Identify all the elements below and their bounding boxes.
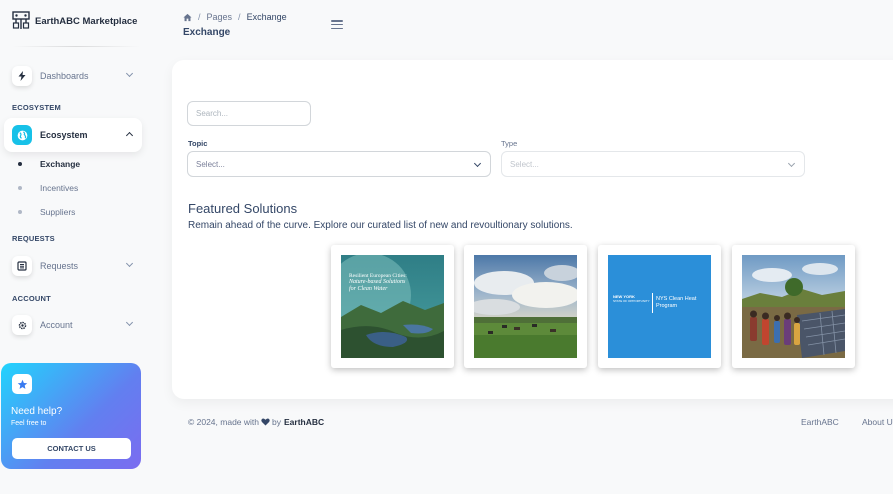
- bullet-icon: [18, 210, 22, 214]
- pasture-image: [474, 255, 577, 358]
- breadcrumb-item-current: Exchange: [246, 12, 287, 22]
- solution-card[interactable]: Resilient European Cities: Nature-based …: [331, 245, 454, 368]
- sidebar-item-label: Requests: [40, 261, 79, 271]
- solar-panels-image: [742, 255, 845, 358]
- list-icon: [12, 256, 32, 276]
- sidebar-item-label: Dashboards: [40, 71, 89, 81]
- breadcrumb: / Pages / Exchange: [183, 12, 287, 22]
- lake-landscape-image: [341, 255, 444, 358]
- topic-select[interactable]: Select...: [187, 151, 491, 177]
- breadcrumb-item-pages[interactable]: Pages: [207, 12, 233, 22]
- footer-link-about-us[interactable]: About Us: [862, 417, 893, 427]
- section-label-ecosystem: ECOSYSTEM: [12, 103, 61, 112]
- nys-logo: NEW YORK STATE OF OPPORTUNITY: [613, 294, 650, 303]
- sidebar-item-label: Ecosystem: [40, 130, 88, 140]
- search-input[interactable]: [187, 101, 311, 126]
- brand-name: EarthABC Marketplace: [35, 15, 138, 27]
- chevron-down-icon: [125, 318, 134, 327]
- bullet-icon: [18, 186, 22, 190]
- sidebar-item-dashboards[interactable]: Dashboards: [4, 59, 142, 93]
- page-title: Exchange: [183, 27, 231, 38]
- sidebar-item-account[interactable]: Account: [4, 308, 142, 342]
- chevron-down-icon: [125, 69, 134, 78]
- chevron-up-icon: [125, 131, 134, 140]
- divider: [652, 293, 653, 313]
- sidebar-subitem-label: Exchange: [40, 159, 81, 169]
- sidebar: EarthABC Marketplace Dashboards ECOSYSTE…: [0, 0, 150, 494]
- contact-us-button[interactable]: CONTACT US: [12, 438, 131, 459]
- section-label-account: ACCOUNT: [12, 294, 51, 303]
- solution-card-title: NYS Clean Heat Program: [656, 296, 697, 309]
- solution-card[interactable]: NEW YORK STATE OF OPPORTUNITY NYS Clean …: [598, 245, 721, 368]
- sidebar-subitem-suppliers[interactable]: Suppliers: [18, 207, 75, 217]
- brand[interactable]: EarthABC Marketplace: [12, 11, 137, 31]
- footer-link-earthabc[interactable]: EarthABC: [801, 417, 839, 427]
- brand-logo-icon: [12, 11, 30, 29]
- sidebar-item-requests[interactable]: Requests: [4, 249, 142, 283]
- type-select[interactable]: Select...: [501, 151, 805, 177]
- breadcrumb-separator: /: [198, 12, 201, 22]
- solution-image-nature-based: Resilient European Cities: Nature-based …: [341, 255, 444, 358]
- home-icon[interactable]: [183, 13, 192, 22]
- menu-toggle-icon[interactable]: [331, 20, 343, 29]
- solution-card[interactable]: [464, 245, 587, 368]
- footer-copyright: © 2024, made with by EarthABC: [188, 417, 325, 427]
- lightning-icon: [12, 66, 32, 86]
- sidebar-subitem-incentives[interactable]: Incentives: [18, 183, 78, 193]
- divider: [12, 46, 140, 47]
- chevron-down-icon: [473, 159, 482, 168]
- help-title: Need help?: [11, 406, 63, 417]
- topic-label: Topic: [188, 139, 208, 148]
- solution-image-nys-clean-heat: NEW YORK STATE OF OPPORTUNITY NYS Clean …: [608, 255, 711, 358]
- solution-card-title: Resilient European Cities: Nature-based …: [349, 273, 407, 292]
- solution-image-solar-community: [742, 255, 845, 358]
- star-icon: [12, 374, 32, 394]
- type-select-value: Select...: [510, 159, 539, 169]
- help-subtitle: Feel free to: [11, 420, 47, 427]
- breadcrumb-separator: /: [238, 12, 241, 22]
- sidebar-item-label: Account: [40, 320, 73, 330]
- heart-icon: [261, 418, 270, 426]
- featured-subtitle: Remain ahead of the curve. Explore our c…: [188, 220, 573, 231]
- topic-select-value: Select...: [196, 159, 225, 169]
- featured-title: Featured Solutions: [188, 201, 298, 216]
- chevron-down-icon: [787, 159, 796, 168]
- solution-card[interactable]: [732, 245, 855, 368]
- chevron-down-icon: [125, 259, 134, 268]
- sidebar-subitem-label: Incentives: [40, 183, 79, 193]
- footer-brand-link[interactable]: EarthABC: [284, 417, 324, 427]
- sidebar-subitem-exchange[interactable]: Exchange: [18, 159, 80, 169]
- type-label: Type: [501, 139, 518, 148]
- gear-icon: [12, 315, 32, 335]
- globe-icon: [12, 125, 32, 145]
- sidebar-item-ecosystem[interactable]: Ecosystem: [4, 118, 142, 152]
- bullet-icon: [18, 162, 22, 166]
- section-label-requests: REQUESTS: [12, 234, 55, 243]
- solution-image-pasture: [474, 255, 577, 358]
- sidebar-subitem-label: Suppliers: [40, 207, 76, 217]
